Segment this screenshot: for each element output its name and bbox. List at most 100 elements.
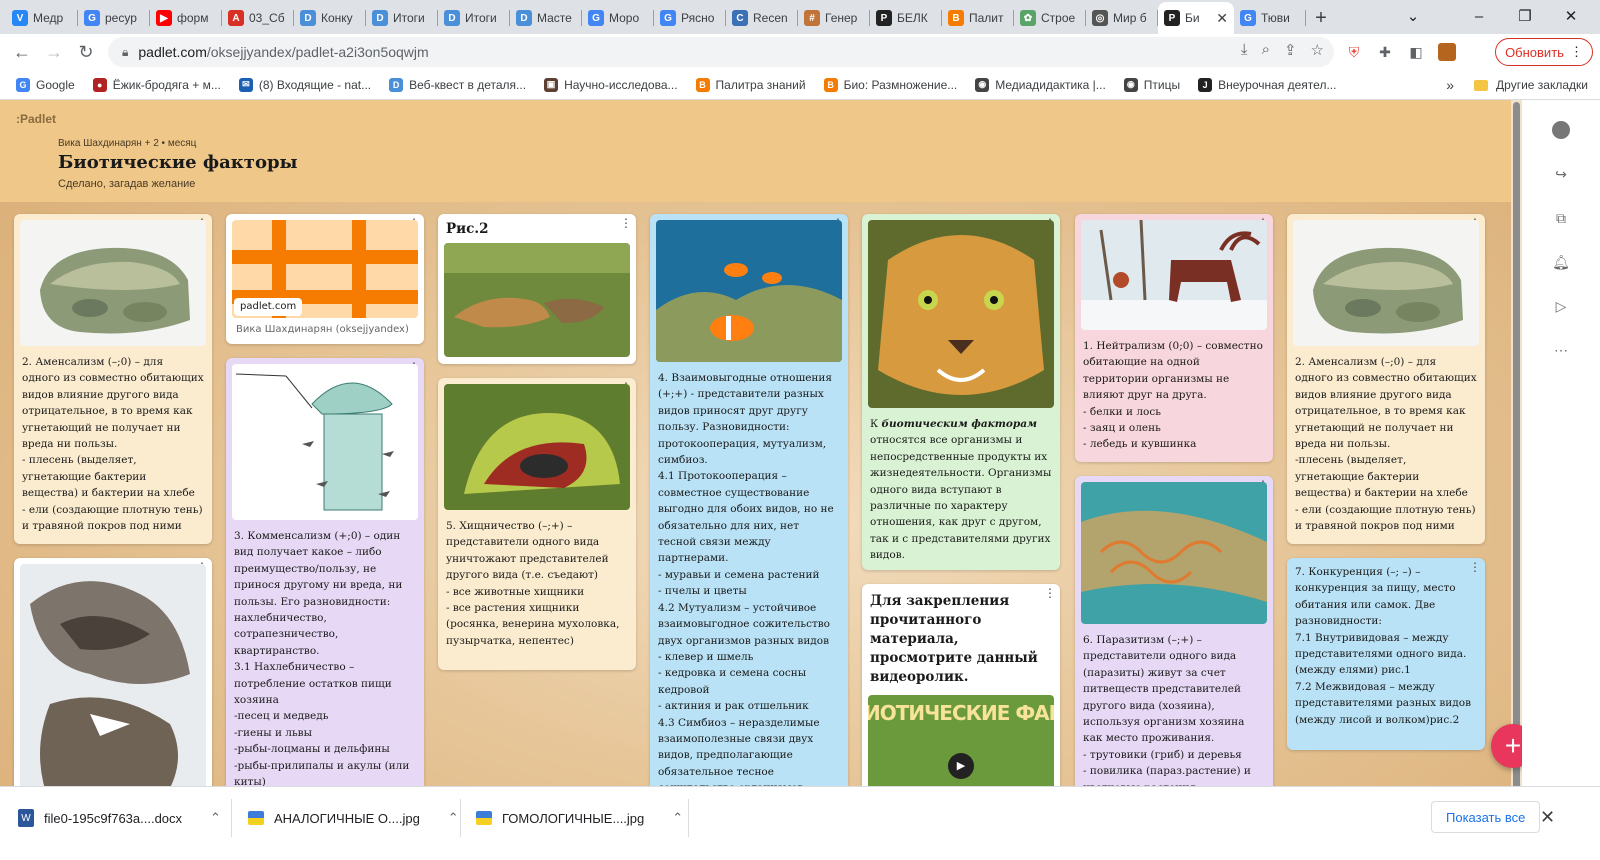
card-menu-icon[interactable]: ⋮: [620, 217, 632, 229]
bookmark-item[interactable]: G Google: [16, 77, 75, 92]
bookmark-item[interactable]: D Веб-квест в деталя...: [389, 77, 526, 92]
bookmark-item[interactable]: B Палитра знаний: [695, 77, 806, 92]
card-intro[interactable]: ⋮ К биотическим факторам относятся все о…: [862, 214, 1060, 570]
chevron-up-icon[interactable]: ⌃: [210, 810, 221, 826]
browser-tab[interactable]: D Итоги: [438, 2, 510, 34]
link-preview-image: padlet.com: [232, 220, 418, 318]
browser-tab[interactable]: G Тюви: [1234, 2, 1306, 34]
extensions-icon[interactable]: ✚: [1376, 43, 1394, 61]
card-padlet-link[interactable]: ⋮ padlet.com Вика Шахдинарян (oksejjyand…: [226, 214, 424, 344]
download-item[interactable]: АНАЛОГИЧНЫЕ О....jpg ⌃: [248, 803, 459, 833]
browser-tab[interactable]: D Масте: [510, 2, 582, 34]
side-panel-icon[interactable]: ◧: [1407, 43, 1425, 61]
minimize-icon[interactable]: –: [1456, 0, 1502, 32]
slideshow-play-icon[interactable]: ▷: [1545, 292, 1577, 320]
card-video[interactable]: ⋮ Для закрепления прочитанного материала…: [862, 584, 1060, 804]
link-author: Вика Шахдинарян (oksejjyandex): [236, 324, 409, 335]
tab-title: БЕЛК: [897, 11, 928, 25]
play-icon[interactable]: ▶: [948, 753, 974, 779]
browser-tab[interactable]: # Генер: [798, 2, 870, 34]
maximize-icon[interactable]: ❐: [1502, 0, 1548, 32]
tab-title: Итоги: [465, 11, 497, 25]
browser-tab[interactable]: P БЕЛК: [870, 2, 942, 34]
install-icon[interactable]: ⤓: [1241, 41, 1248, 59]
card-wolves[interactable]: ⋮: [14, 558, 212, 804]
card-amensalism[interactable]: ⋮ 2. Аменсализм (–;0) – для одного из со…: [14, 214, 212, 544]
bookmarks-more-icon[interactable]: »: [1446, 77, 1454, 93]
bookmark-label: Птицы: [1143, 77, 1181, 92]
page-subtitle: Сделано, загадав желание: [58, 178, 196, 190]
profile-icon[interactable]: [1545, 116, 1577, 144]
doc-icon: D: [300, 10, 316, 26]
tab-search-icon[interactable]: ⌄: [1390, 0, 1436, 32]
bookmark-item[interactable]: ▣ Научно-исследова...: [544, 77, 678, 92]
card-menu-icon[interactable]: ⋮: [1044, 587, 1056, 599]
browser-tab[interactable]: ◎ Мир б: [1086, 2, 1158, 34]
card-predation[interactable]: ⋮ 5. Хищничество (–;+) – представители о…: [438, 378, 636, 670]
browser-tab[interactable]: G Рясно: [654, 2, 726, 34]
leaf-icon: ✿: [1020, 10, 1036, 26]
more-menu-icon: ⋮: [1569, 44, 1583, 59]
tab-title: Recen: [753, 11, 788, 25]
browser-tab[interactable]: D Конку: [294, 2, 366, 34]
browser-tab[interactable]: ▶ форм: [150, 2, 222, 34]
card-fig2[interactable]: ⋮ Рис.2: [438, 214, 636, 364]
bookmark-item[interactable]: B Био: Размножение...: [823, 77, 957, 92]
browser-tab[interactable]: V Медр: [6, 2, 78, 34]
download-item[interactable]: ГОМОЛОГИЧНЫЕ....jpg ⌃: [476, 803, 683, 833]
back-icon[interactable]: ←: [6, 36, 38, 68]
card-commensalism[interactable]: ⋮ 3. Комменсализм (+;0) – один вид получ…: [226, 358, 424, 804]
close-downloads-icon[interactable]: ✕: [1540, 807, 1555, 828]
share-arrow-icon[interactable]: ↪: [1545, 160, 1577, 188]
bookmark-label: Внеурочная деятел...: [1218, 77, 1337, 92]
browser-tab[interactable]: P Би ✕: [1158, 2, 1234, 34]
browser-tab[interactable]: Gресур: [78, 2, 150, 34]
bookmark-item[interactable]: ● Ёжик-бродяга + м...: [92, 77, 221, 92]
download-filename: file0-195c9f763a....docx: [44, 810, 183, 826]
card-text: 6. Паразитизм (–;+) – представители одно…: [1083, 634, 1251, 794]
download-filename: ГОМОЛОГИЧНЫЕ....jpg: [502, 810, 645, 826]
show-all-downloads-button[interactable]: Показать все: [1431, 801, 1541, 833]
bookmark-star-icon[interactable]: ☆: [1311, 41, 1324, 59]
browser-tab[interactable]: D Итоги: [366, 2, 438, 34]
card-amensalism-duplicate[interactable]: ⋮ 2. Аменсализм (–;0) – для одного из со…: [1287, 214, 1485, 544]
profile-avatar[interactable]: [1438, 43, 1456, 61]
remake-icon[interactable]: ⧉: [1545, 204, 1577, 232]
browser-tab[interactable]: B Палит: [942, 2, 1014, 34]
browser-tab[interactable]: C Recen: [726, 2, 798, 34]
more-options-icon[interactable]: ⋯: [1545, 336, 1577, 364]
scroll-thumb[interactable]: [1513, 102, 1520, 792]
new-tab-button[interactable]: +: [1306, 2, 1336, 34]
padlet-logo[interactable]: :Padlet: [16, 112, 56, 126]
notification-bell-icon[interactable]: 🔔︎: [1545, 248, 1577, 276]
link-domain: padlet.com: [234, 297, 303, 316]
bookmark-item[interactable]: ✉ (8) Входящие - nat...: [238, 77, 371, 92]
card-parasitism[interactable]: ⋮ 6. Паразитизм (–;+) – представители од…: [1075, 476, 1273, 804]
card-competition[interactable]: ⋮ 7. Конкуренция (–; –) – конкуренция за…: [1287, 558, 1485, 750]
update-button[interactable]: Обновить ⋮: [1495, 38, 1593, 66]
bookmark-label: Google: [36, 77, 75, 92]
intro-prefix: К: [870, 418, 882, 430]
forward-icon[interactable]: →: [38, 36, 70, 68]
browser-tab[interactable]: A 03_Сб: [222, 2, 294, 34]
browser-tab[interactable]: G Моро: [582, 2, 654, 34]
reload-icon[interactable]: ↻: [70, 36, 102, 68]
bookmark-item[interactable]: ◉ Медиадидактика |...: [975, 77, 1106, 92]
bookmark-item[interactable]: J Внеурочная деятел...: [1198, 77, 1337, 92]
card-mutualism[interactable]: ⋮ 4. Взаимовыгодные отношения (+;+) - пр…: [650, 214, 848, 804]
page-scrollbar[interactable]: [1511, 100, 1522, 804]
card-neutralism[interactable]: ⋮ 1. Нейтрализм (0;0) – совместно обитаю…: [1075, 214, 1273, 462]
download-item[interactable]: W file0-195c9f763a....docx ⌃: [18, 803, 221, 833]
bookmark-item[interactable]: ◉ Птицы: [1123, 77, 1181, 92]
adblock-shield-icon[interactable]: ⛨: [1345, 43, 1363, 61]
address-bar[interactable]: 🔒︎ padlet.com/oksejjyandex/padlet-a2i3on…: [108, 37, 1334, 67]
other-bookmarks[interactable]: Другие закладки: [1496, 78, 1588, 92]
chevron-up-icon[interactable]: ⌃: [448, 810, 459, 826]
close-window-icon[interactable]: ✕: [1548, 0, 1594, 32]
card-menu-icon[interactable]: ⋮: [1469, 561, 1481, 573]
share-icon[interactable]: ⇪: [1284, 41, 1297, 59]
browser-tab[interactable]: ✿ Строе: [1014, 2, 1086, 34]
zoom-icon[interactable]: ⌕: [1262, 41, 1270, 59]
chevron-up-icon[interactable]: ⌃: [672, 810, 683, 826]
close-tab-icon[interactable]: ✕: [1216, 10, 1228, 27]
